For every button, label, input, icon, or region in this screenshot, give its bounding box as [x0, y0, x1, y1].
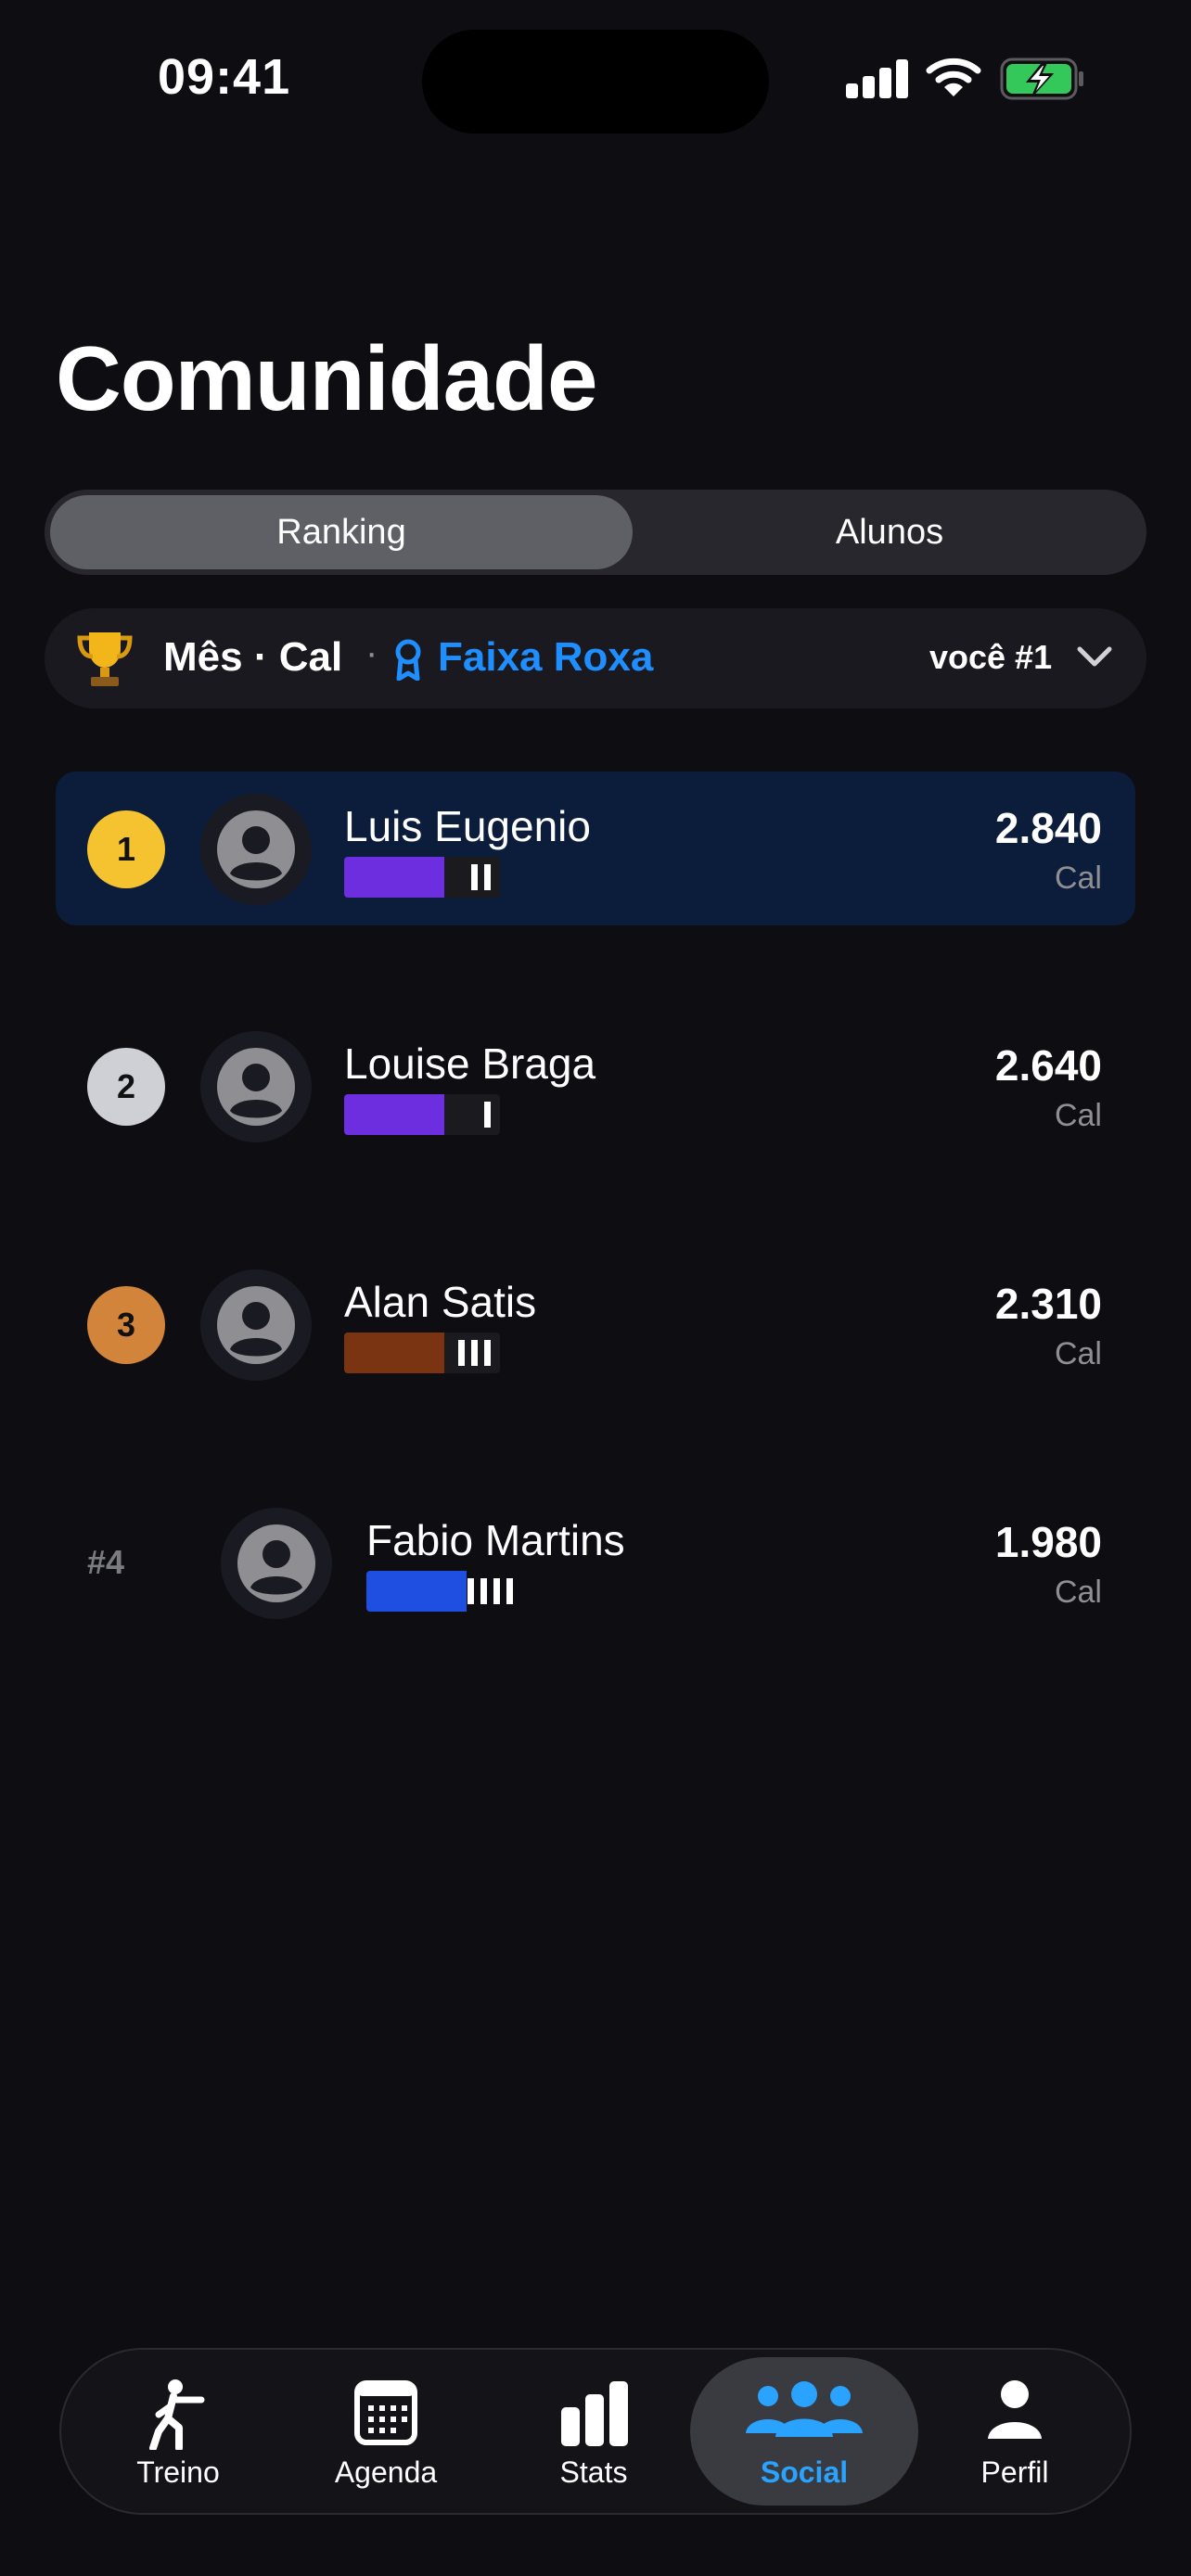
tab-label: Treino	[136, 2455, 220, 2489]
score-value: 2.310	[994, 1280, 1102, 1328]
user-rank-label: você #1	[929, 638, 1053, 676]
tab-social[interactable]: Social	[690, 2357, 918, 2506]
ranking-row[interactable]: 2 Louise Braga 2.640 Cal	[56, 1009, 1135, 1163]
ranking-row[interactable]: #4 Fabio Martins 1.980 Cal	[56, 1486, 1135, 1639]
person-icon	[988, 2380, 1042, 2439]
page-title: Comunidade	[56, 327, 597, 429]
tab-alunos[interactable]: Alunos	[638, 495, 1141, 569]
belt-stripes	[467, 1571, 522, 1612]
battery-charging-icon	[1000, 57, 1083, 100]
belt-indicator	[344, 1094, 500, 1135]
athlete-name: Fabio Martins	[366, 1516, 625, 1564]
tab-stats[interactable]: Stats	[503, 2357, 685, 2506]
rank-medal: 2	[87, 1048, 165, 1126]
belt-indicator	[344, 857, 500, 898]
score-unit: Cal	[1054, 861, 1102, 896]
belt-indicator	[366, 1571, 522, 1612]
wifi-icon	[926, 57, 981, 96]
person-placeholder-icon	[217, 810, 295, 888]
rank-number: #4	[87, 1543, 125, 1581]
belt-stripe	[506, 1578, 513, 1604]
badge-icon	[395, 639, 421, 681]
tab-label: Social	[760, 2455, 849, 2489]
tab-label: Agenda	[334, 2455, 438, 2489]
rank-medal: 1	[87, 810, 165, 888]
athlete-name: Alan Satis	[344, 1278, 537, 1326]
belt-stripe	[467, 1578, 474, 1604]
ranking-row[interactable]: 3 Alan Satis 2.310 Cal	[56, 1247, 1135, 1401]
belt-color	[344, 1333, 444, 1373]
calendar-icon	[354, 2380, 417, 2445]
belt-indicator	[344, 1333, 500, 1373]
screen: 09:41 Comunidade Ranking Alunos Mês · Ca…	[0, 0, 1191, 2576]
tab-treino[interactable]: Treino	[87, 2357, 269, 2506]
person-placeholder-icon	[217, 1286, 295, 1364]
avatar	[200, 1269, 312, 1381]
filter-separator: ·	[365, 632, 378, 673]
belt-stripes	[444, 1094, 500, 1135]
person-placeholder-icon	[237, 1524, 315, 1602]
trophy-icon	[77, 632, 133, 686]
score-value: 1.980	[994, 1518, 1102, 1566]
chevron-down-icon	[1077, 646, 1112, 667]
belt-color	[366, 1571, 467, 1612]
score-unit: Cal	[1054, 1336, 1102, 1371]
rank-medal: 3	[87, 1286, 165, 1364]
score-unit: Cal	[1054, 1098, 1102, 1133]
belt-stripe	[484, 864, 491, 890]
belt-stripes	[444, 1333, 500, 1373]
belt-stripe	[458, 1340, 465, 1366]
ranking-row[interactable]: 1 Luis Eugenio 2.840 Cal	[56, 772, 1135, 925]
belt-stripe	[484, 1340, 491, 1366]
avatar	[200, 1031, 312, 1142]
people-icon	[746, 2381, 863, 2437]
tab-perfil[interactable]: Perfil	[924, 2357, 1106, 2506]
belt-stripes	[444, 857, 500, 898]
segmented-control: Ranking Alunos	[45, 490, 1146, 575]
filter-belt: Faixa Roxa	[438, 634, 654, 680]
person-placeholder-icon	[217, 1048, 295, 1126]
belt-stripe	[480, 1578, 487, 1604]
tab-agenda[interactable]: Agenda	[295, 2357, 477, 2506]
belt-color	[344, 1094, 444, 1135]
belt-stripe	[484, 1102, 491, 1128]
avatar	[221, 1508, 332, 1619]
cellular-signal-icon	[846, 57, 909, 98]
athlete-name: Luis Eugenio	[344, 802, 591, 850]
belt-stripe	[493, 1578, 500, 1604]
stats-icon	[561, 2381, 628, 2446]
athlete-name: Louise Braga	[344, 1039, 596, 1088]
tab-label: Stats	[559, 2455, 628, 2489]
ranking-filter-button[interactable]: Mês · Cal · Faixa Roxa você #1	[45, 608, 1146, 708]
tab-label: Perfil	[980, 2455, 1049, 2489]
tab-bar: Treino Agenda Stats Social Perfil	[59, 2348, 1132, 2515]
score-value: 2.840	[994, 804, 1102, 852]
score-value: 2.640	[994, 1041, 1102, 1090]
training-icon	[149, 2379, 205, 2450]
belt-stripe	[471, 1340, 478, 1366]
tab-ranking[interactable]: Ranking	[50, 495, 633, 569]
score-unit: Cal	[1054, 1575, 1102, 1610]
dynamic-island	[422, 30, 769, 134]
belt-stripe	[471, 864, 478, 890]
status-time: 09:41	[158, 49, 291, 105]
filter-period: Mês · Cal	[163, 634, 343, 680]
avatar	[200, 794, 312, 905]
belt-color	[344, 857, 444, 898]
